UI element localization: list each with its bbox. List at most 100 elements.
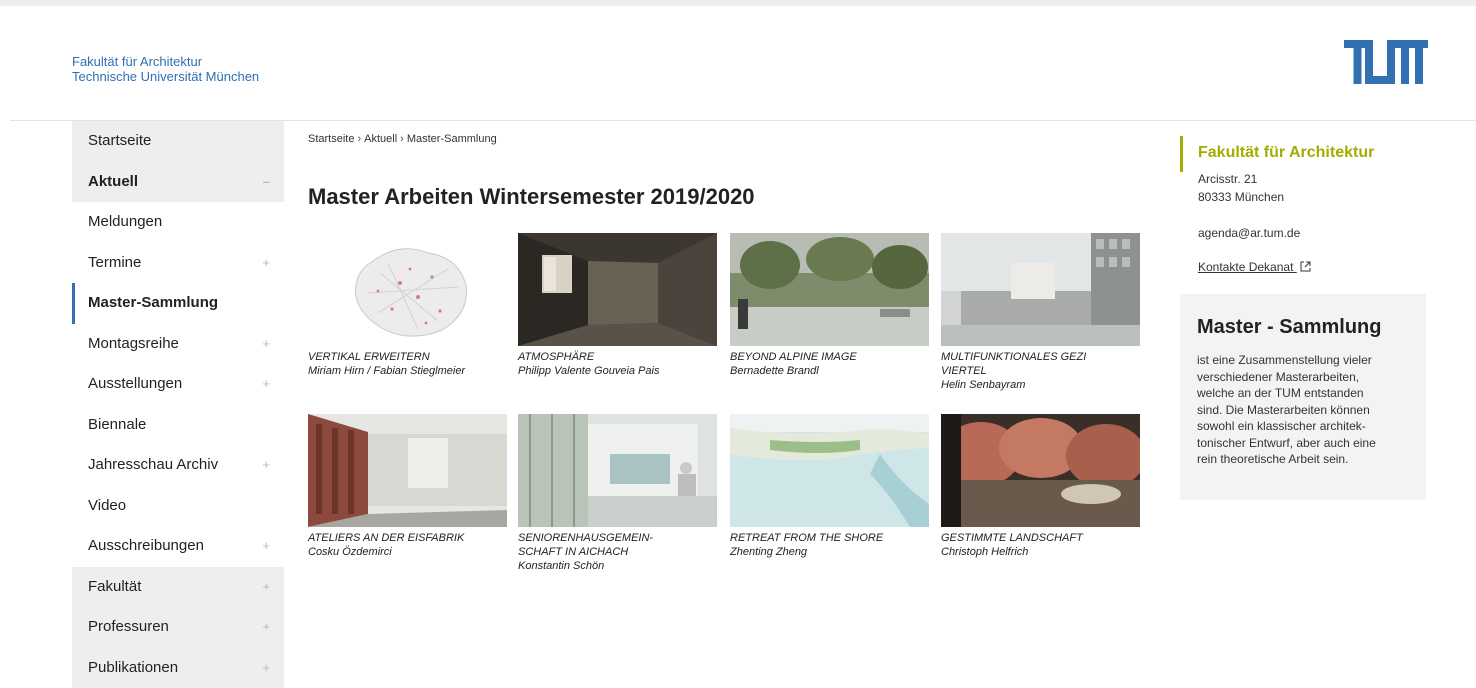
info-box: Master - Sammlung ist eine Zusammenstell… (1180, 294, 1426, 500)
project-title: ATELIERS AN DER EISFABRIK (308, 531, 507, 545)
project-title: GESTIMMTE LANDSCHAFT (941, 531, 1140, 545)
project-thumbnail[interactable] (730, 233, 929, 346)
project-title: VERTIKAL ERWEITERN (308, 350, 507, 364)
project-caption: ATMOSPHÄRE Philipp Valente Gouveia Pais (518, 350, 717, 378)
nav-item-fakultaet[interactable]: Fakultät + (72, 567, 284, 608)
breadcrumb-current: Master-Sammlung (407, 133, 497, 145)
project-caption: SENIORENHAUSGEMEIN- SCHAFT IN AICHACH Ko… (518, 531, 717, 573)
collapse-icon[interactable]: – (263, 162, 270, 203)
university-name: Technische Universität München (72, 69, 259, 84)
info-line: verschiedener Masterarbeiten, (1197, 369, 1422, 386)
info-line: welche an der TUM entstanden (1197, 385, 1422, 402)
project-caption: VERTIKAL ERWEITERN Miriam Hirn / Fabian … (308, 350, 507, 378)
nav-item-publikationen[interactable]: Publikationen + (72, 648, 284, 688)
expand-icon[interactable]: + (262, 648, 270, 688)
contact-link[interactable]: Kontakte Dekanat (1198, 260, 1311, 274)
contact-city: 80333 München (1198, 190, 1284, 204)
project-thumbnail[interactable] (308, 414, 507, 527)
project-tile[interactable]: SENIORENHAUSGEMEIN- SCHAFT IN AICHACH Ko… (518, 414, 717, 573)
breadcrumb-aktuell[interactable]: Aktuell (364, 133, 397, 145)
project-author: Miriam Hirn / Fabian Stieglmeier (308, 364, 507, 378)
project-author: Christoph Helfrich (941, 545, 1140, 559)
nav-item-label: Ausstellungen (88, 375, 182, 392)
expand-icon[interactable]: + (262, 445, 270, 486)
project-thumbnail[interactable] (518, 233, 717, 346)
contact-title: Fakultät für Architektur (1198, 144, 1374, 162)
nav-item-meldungen[interactable]: Meldungen (72, 202, 284, 243)
nav-item-jahresschau-archiv[interactable]: Jahresschau Archiv + (72, 445, 284, 486)
project-title: SENIORENHAUSGEMEIN- (518, 531, 717, 545)
faculty-name: Fakultät für Architektur (72, 54, 259, 69)
project-title: RETREAT FROM THE SHORE (730, 531, 929, 545)
nav-item-video[interactable]: Video (72, 486, 284, 527)
nav-item-termine[interactable]: Termine + (72, 243, 284, 284)
nav-item-startseite[interactable]: Startseite (72, 121, 284, 162)
project-thumbnail[interactable] (941, 414, 1140, 527)
nav-item-label: Montagsreihe (88, 335, 179, 352)
project-author: Bernadette Brandl (730, 364, 929, 378)
external-link-icon (1300, 261, 1311, 272)
breadcrumb-separator: › (400, 133, 404, 145)
project-caption: GESTIMMTE LANDSCHAFT Christoph Helfrich (941, 531, 1140, 559)
nav-item-label: Fakultät (88, 578, 141, 595)
nav-item-label: Startseite (88, 132, 151, 149)
breadcrumb-startseite[interactable]: Startseite (308, 133, 354, 145)
project-thumbnail[interactable] (941, 233, 1140, 346)
project-thumbnail[interactable] (730, 414, 929, 527)
nav-item-professuren[interactable]: Professuren + (72, 607, 284, 648)
page-title: Master Arbeiten Wintersemester 2019/2020 (308, 184, 755, 210)
project-title-line2: VIERTEL (941, 364, 1140, 378)
nav-item-master-sammlung[interactable]: Master-Sammlung (72, 283, 284, 324)
nav-item-aktuell[interactable]: Aktuell – (72, 162, 284, 203)
nav-item-label: Biennale (88, 416, 146, 433)
nav-item-label: Termine (88, 254, 141, 271)
project-thumbnail[interactable] (518, 414, 717, 527)
project-author: Cosku Özdemirci (308, 545, 507, 559)
expand-icon[interactable]: + (262, 607, 270, 648)
project-author: Konstantin Schön (518, 559, 717, 573)
expand-icon[interactable]: + (262, 567, 270, 608)
nav-item-label: Ausschreibungen (88, 537, 204, 554)
nav-item-label: Meldungen (88, 213, 162, 230)
nav-item-label: Jahresschau Archiv (88, 456, 218, 473)
project-tile[interactable]: ATMOSPHÄRE Philipp Valente Gouveia Pais (518, 233, 717, 378)
project-author: Zhenting Zheng (730, 545, 929, 559)
project-caption: RETREAT FROM THE SHORE Zhenting Zheng (730, 531, 929, 559)
sidebar-nav: Startseite Aktuell – Meldungen Termine +… (72, 121, 284, 688)
nav-item-ausstellungen[interactable]: Ausstellungen + (72, 364, 284, 405)
expand-icon[interactable]: + (262, 324, 270, 365)
faculty-title-link[interactable]: Fakultät für Architektur Technische Univ… (72, 54, 259, 84)
project-tile[interactable]: RETREAT FROM THE SHORE Zhenting Zheng (730, 414, 929, 559)
project-caption: MULTIFUNKTIONALES GEZI VIERTEL Helin Sen… (941, 350, 1140, 392)
project-tile[interactable]: ATELIERS AN DER EISFABRIK Cosku Özdemirc… (308, 414, 507, 559)
tum-logo[interactable] (1344, 40, 1428, 84)
site-header: Fakultät für Architektur Technische Univ… (10, 6, 1476, 121)
project-tile[interactable]: GESTIMMTE LANDSCHAFT Christoph Helfrich (941, 414, 1140, 559)
project-tile[interactable]: MULTIFUNKTIONALES GEZI VIERTEL Helin Sen… (941, 233, 1140, 392)
nav-item-montagsreihe[interactable]: Montagsreihe + (72, 324, 284, 365)
expand-icon[interactable]: + (262, 243, 270, 284)
contact-email[interactable]: agenda@ar.tum.de (1198, 226, 1300, 240)
project-tile[interactable]: BEYOND ALPINE IMAGE Bernadette Brandl (730, 233, 929, 378)
project-author: Helin Senbayram (941, 378, 1140, 392)
project-author: Philipp Valente Gouveia Pais (518, 364, 717, 378)
contact-box: Fakultät für Architektur Arcisstr. 21 80… (1180, 136, 1426, 292)
expand-icon[interactable]: + (262, 526, 270, 567)
contact-street: Arcisstr. 21 (1198, 172, 1257, 186)
nav-item-biennale[interactable]: Biennale (72, 405, 284, 446)
project-title: MULTIFUNKTIONALES GEZI (941, 350, 1140, 364)
info-line: rein theoretische Arbeit sein. (1197, 451, 1422, 468)
nav-item-label: Publikationen (88, 659, 178, 676)
contact-link-label: Kontakte Dekanat (1198, 260, 1293, 274)
breadcrumb-separator: › (357, 133, 361, 145)
project-title: BEYOND ALPINE IMAGE (730, 350, 929, 364)
nav-item-ausschreibungen[interactable]: Ausschreibungen + (72, 526, 284, 567)
project-title-line2: SCHAFT IN AICHACH (518, 545, 717, 559)
expand-icon[interactable]: + (262, 364, 270, 405)
accent-bar (1180, 136, 1183, 172)
project-caption: ATELIERS AN DER EISFABRIK Cosku Özdemirc… (308, 531, 507, 559)
project-tile[interactable]: VERTIKAL ERWEITERN Miriam Hirn / Fabian … (308, 233, 507, 378)
project-thumbnail[interactable] (308, 233, 507, 346)
info-text: ist eine Zusammenstellung vieler verschi… (1197, 352, 1422, 468)
info-line: sowohl ein klassischer architek- (1197, 418, 1422, 435)
